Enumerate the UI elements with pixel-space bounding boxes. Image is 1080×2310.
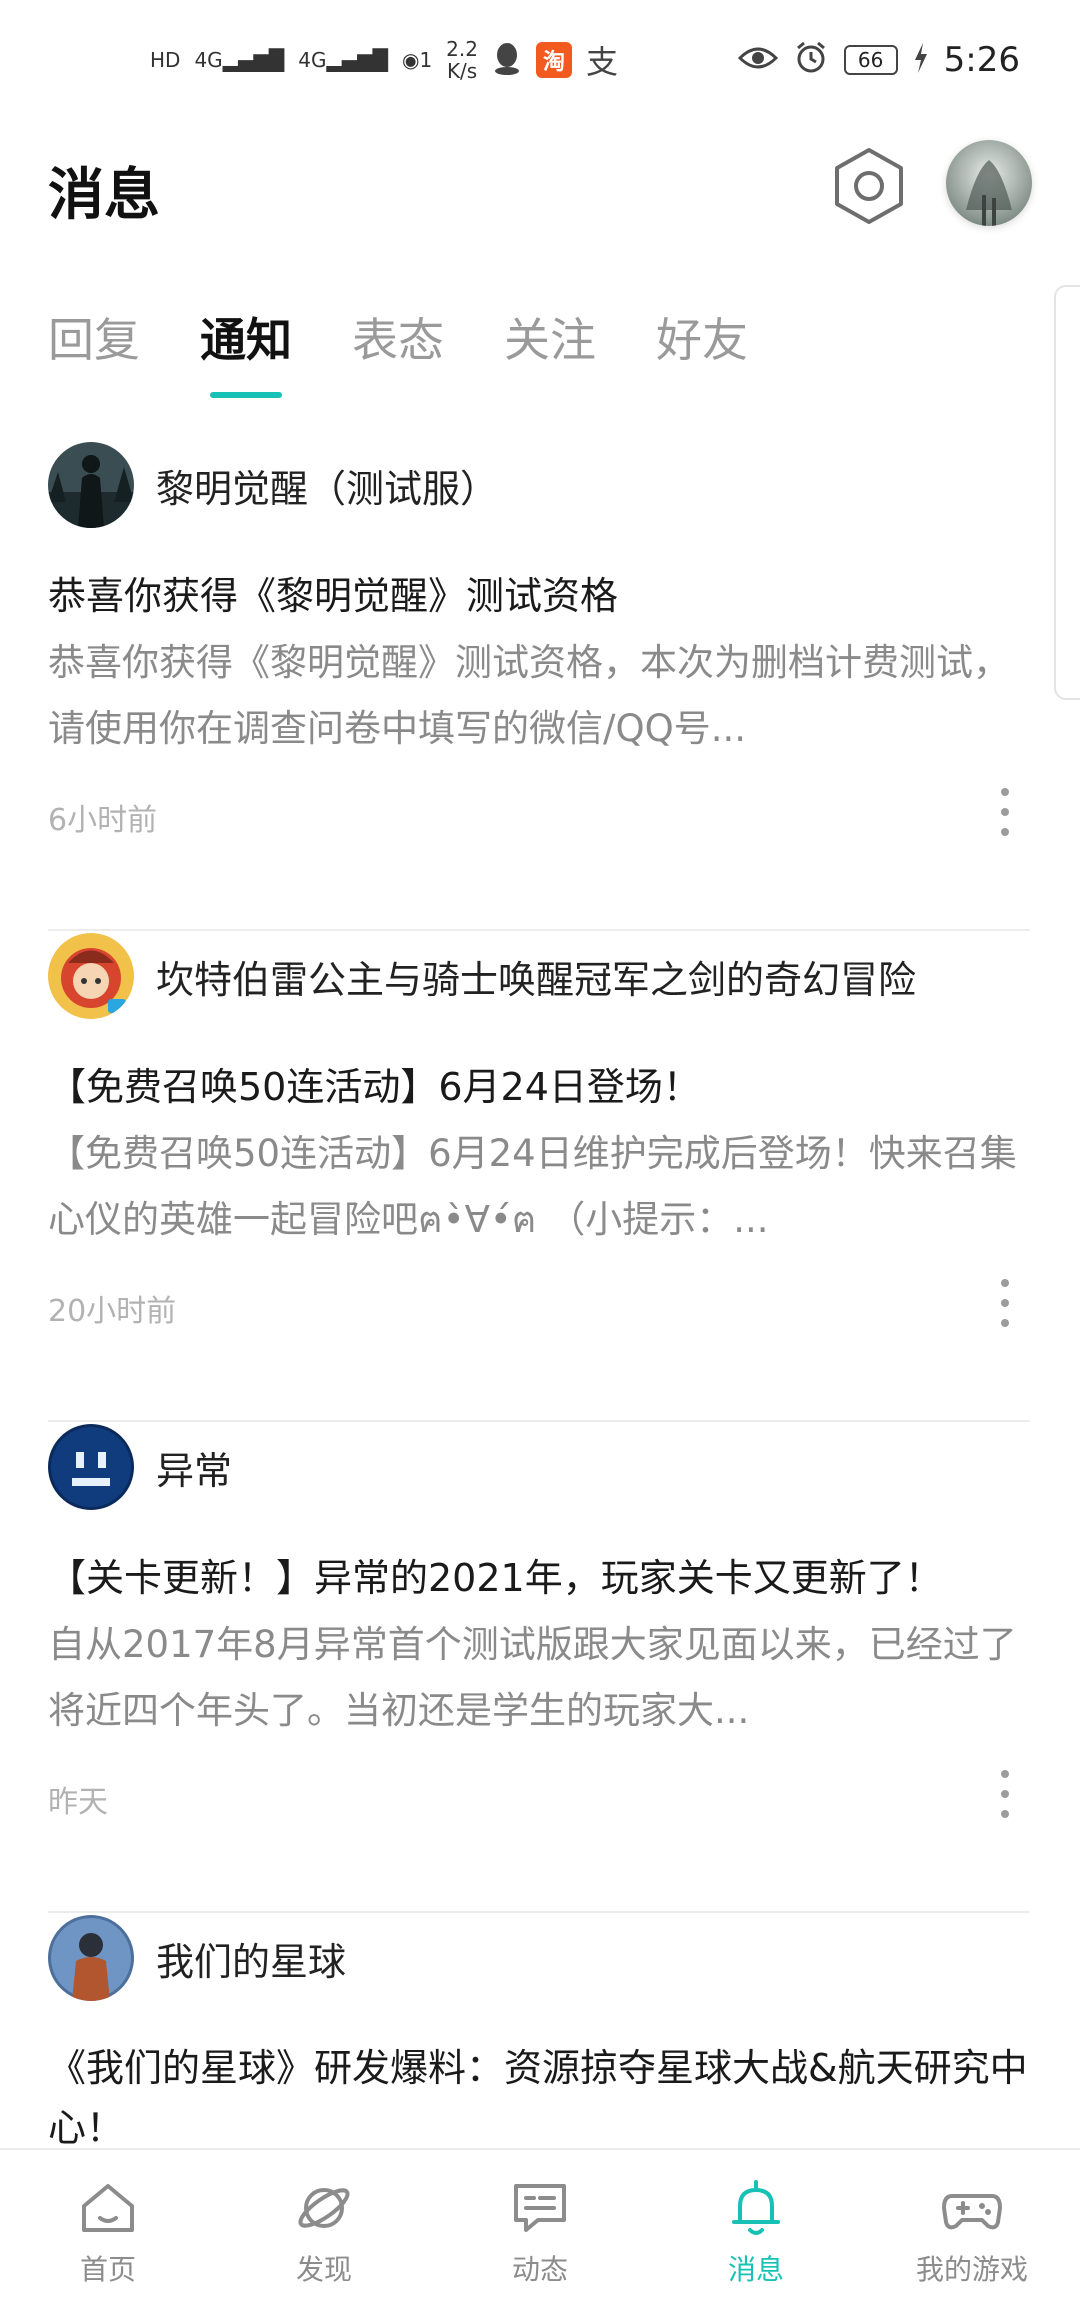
- notification-card[interactable]: 坎特伯雷公主与骑士唤醒冠军之剑的奇幻冒险 【免费召唤50连活动】6月24日登场！…: [48, 931, 1030, 1422]
- notification-body: 【免费召唤50连活动】6月24日维护完成后登场！快来召集心仪的英雄一起冒险吧ฅ•…: [48, 1132, 1017, 1241]
- qq-icon: [492, 41, 522, 79]
- game-avatar[interactable]: [48, 933, 134, 1019]
- bell-icon: [732, 2180, 780, 2235]
- nav-label: 发现: [295, 2253, 352, 2286]
- screen: HD 4G▂▄▆█ 4G▂▄▆█ ◉1 2.2 K/s 淘 支 66 5:26 …: [0, 0, 1080, 2310]
- nav-messages[interactable]: 消息: [648, 2150, 864, 2310]
- hotspot-icon: ◉1: [401, 48, 433, 72]
- status-bar: HD 4G▂▄▆█ 4G▂▄▆█ ◉1 2.2 K/s 淘 支 66 5:26: [0, 0, 1080, 120]
- game-avatar[interactable]: [48, 1424, 134, 1510]
- tab-reactions[interactable]: 表态: [352, 300, 444, 380]
- nav-label: 首页: [79, 2253, 136, 2286]
- notification-body: 恭喜你获得《黎明觉醒》测试资格，本次为删档计费测试，请使用你在调查问卷中填写的微…: [48, 641, 1010, 750]
- home-icon: [82, 2184, 134, 2232]
- user-avatar[interactable]: [946, 140, 1032, 226]
- nav-label: 动态: [511, 2253, 568, 2286]
- more-options-icon[interactable]: [990, 788, 1020, 836]
- tab-notice[interactable]: 通知: [200, 300, 292, 398]
- nav-label: 消息: [727, 2253, 784, 2286]
- card-header[interactable]: 我们的星球: [48, 1913, 346, 2003]
- page-title: 消息: [48, 163, 160, 228]
- game-name: 黎明觉醒（测试服）: [156, 466, 499, 511]
- game-name: 坎特伯雷公主与骑士唤醒冠军之剑的奇幻冒险: [156, 957, 917, 1002]
- tab-active-indicator: [210, 392, 282, 398]
- side-drawer-handle[interactable]: [1054, 285, 1080, 700]
- more-options-icon[interactable]: [990, 1279, 1020, 1327]
- gamepad-icon: [942, 2194, 1002, 2230]
- notification-title: 《我们的星球》研发爆料：资源掠夺星球大战&航天研究中心！: [48, 2046, 1028, 2150]
- planet-icon: [298, 2188, 350, 2228]
- nav-my-games[interactable]: 我的游戏: [864, 2150, 1080, 2310]
- notification-time: 6小时前: [48, 803, 158, 838]
- card-header[interactable]: 坎特伯雷公主与骑士唤醒冠军之剑的奇幻冒险: [48, 931, 916, 1021]
- net-speed: 2.2 K/s: [446, 37, 478, 83]
- tab-follow[interactable]: 关注: [504, 300, 596, 380]
- notification-title: 恭喜你获得《黎明觉醒》测试资格: [48, 574, 619, 618]
- nav-discover[interactable]: 发现: [216, 2150, 432, 2310]
- notification-time: 昨天: [48, 1785, 108, 1820]
- notification-title: 【关卡更新！】异常的2021年，玩家关卡又更新了！: [48, 1556, 943, 1600]
- notification-list: 黎明觉醒（测试服） 恭喜你获得《黎明觉醒》测试资格 恭喜你获得《黎明觉醒》测试资…: [48, 440, 1030, 2213]
- game-name: 我们的星球: [156, 1939, 347, 1984]
- nav-home[interactable]: 首页: [0, 2150, 216, 2310]
- nav-feed[interactable]: 动态: [432, 2150, 648, 2310]
- taobao-icon: 淘: [535, 42, 572, 78]
- notification-card[interactable]: 黎明觉醒（测试服） 恭喜你获得《黎明觉醒》测试资格 恭喜你获得《黎明觉醒》测试资…: [48, 440, 1030, 931]
- tab-notice-label: 通知: [200, 313, 292, 367]
- charging-icon: [914, 43, 928, 77]
- nav-label: 我的游戏: [915, 2253, 1028, 2286]
- alipay-icon: 支: [585, 43, 618, 81]
- hd-label: HD: [150, 48, 181, 72]
- settings-hex-icon: [835, 148, 903, 224]
- status-right: 66 5:26: [737, 24, 1020, 96]
- alarm-icon: [794, 41, 828, 79]
- card-header[interactable]: 异常: [48, 1422, 232, 1512]
- chat-icon: [514, 2184, 566, 2232]
- eye-icon: [737, 44, 778, 76]
- status-left: HD 4G▂▄▆█ 4G▂▄▆█ ◉1 2.2 K/s 淘 支: [150, 24, 618, 96]
- clock: 5:26: [943, 40, 1020, 80]
- notification-title: 【免费召唤50连活动】6月24日登场！: [48, 1065, 701, 1109]
- game-avatar[interactable]: [48, 1915, 134, 2001]
- tab-bar: 回复 通知 表态 关注 好友: [48, 300, 748, 410]
- bottom-nav: 首页 发现 动态 消息 我的游戏: [0, 2148, 1080, 2310]
- tab-friends[interactable]: 好友: [656, 300, 748, 380]
- more-options-icon[interactable]: [990, 1770, 1020, 1818]
- game-avatar[interactable]: [48, 442, 134, 528]
- notification-card[interactable]: 异常 【关卡更新！】异常的2021年，玩家关卡又更新了！ 自从2017年8月异常…: [48, 1422, 1030, 1913]
- sim1-signal-icon: 4G▂▄▆█: [194, 48, 285, 72]
- notification-time: 20小时前: [48, 1294, 177, 1329]
- sim2-signal-icon: 4G▂▄▆█: [298, 48, 388, 72]
- notification-body: 自从2017年8月异常首个测试版跟大家见面以来，已经过了将近四个年头了。当初还是…: [48, 1623, 1017, 1732]
- card-header[interactable]: 黎明觉醒（测试服）: [48, 440, 498, 530]
- game-name: 异常: [156, 1448, 233, 1493]
- battery-indicator: 66: [843, 45, 898, 75]
- settings-button[interactable]: [832, 146, 906, 226]
- tab-reply[interactable]: 回复: [48, 300, 140, 380]
